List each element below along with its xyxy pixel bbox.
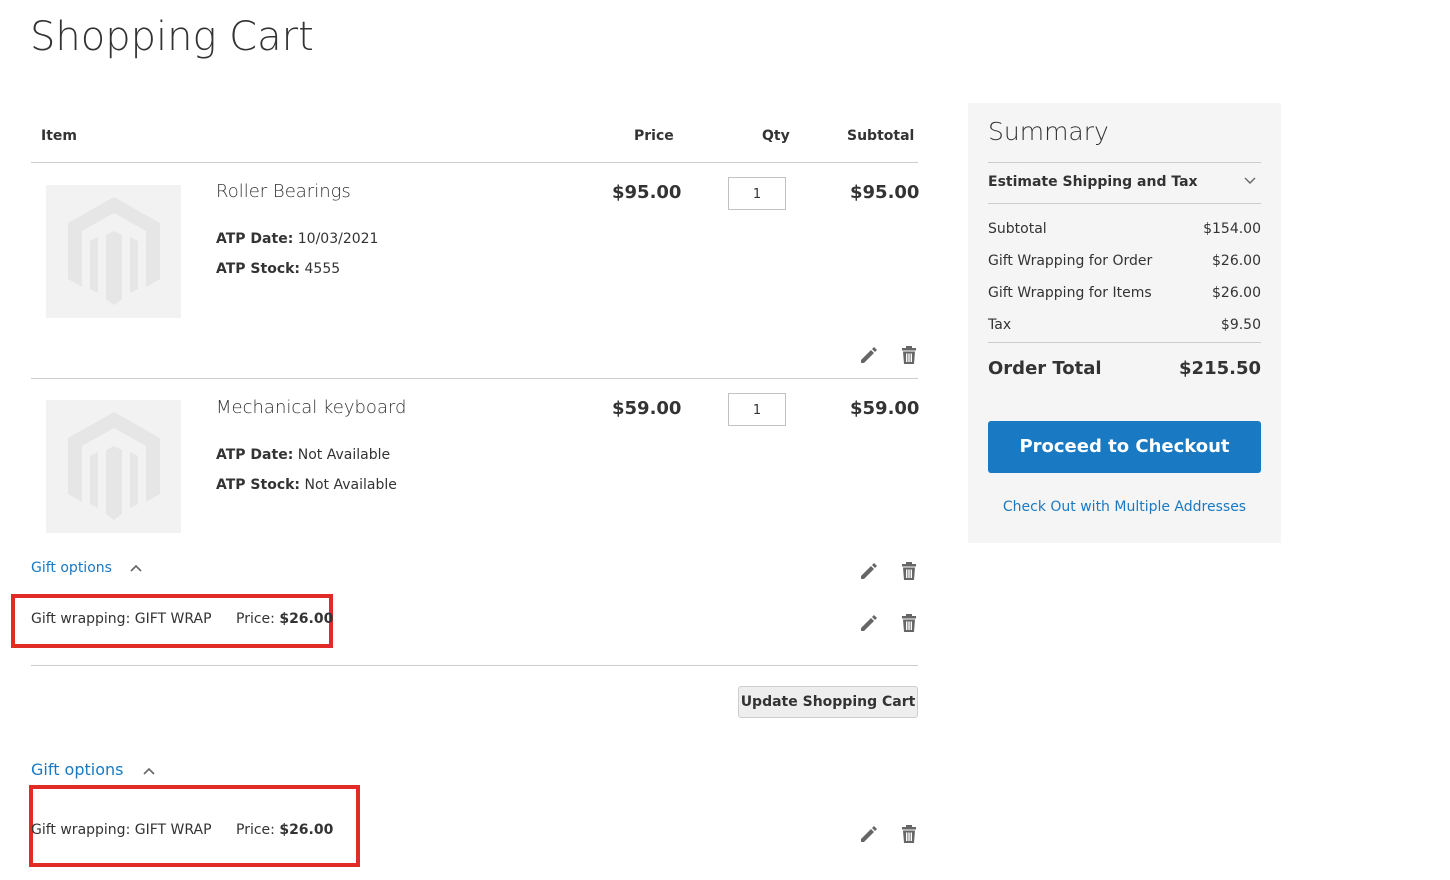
estimate-shipping-toggle[interactable]: Estimate Shipping and Tax [988,174,1198,190]
gift-wrapping-label: Gift wrapping: GIFT WRAP [31,611,212,627]
gift-price-value: $26.00 [279,611,334,627]
atp-stock-value: Not Available [304,477,397,493]
summary-divider [988,162,1261,163]
summary-row-label: Tax [988,317,1012,333]
proceed-to-checkout-button[interactable]: Proceed to Checkout [988,421,1261,473]
item-price: $95.00 [612,182,682,203]
summary-row-value: $26.00 [1212,253,1261,269]
atp-date: ATP Date: Not Available [216,447,390,463]
header-divider [31,162,918,163]
trash-icon[interactable] [899,824,919,844]
trash-icon[interactable] [899,561,919,581]
edit-pencil-icon[interactable] [858,824,878,844]
column-header-price: Price [634,128,674,144]
product-placeholder-icon [68,412,160,520]
trash-icon[interactable] [899,613,919,633]
atp-date-label: ATP Date: [216,231,294,247]
update-cart-button[interactable]: Update Shopping Cart [738,686,918,718]
summary-row-label: Gift Wrapping for Order [988,253,1153,269]
trash-icon[interactable] [899,345,919,365]
edit-pencil-icon[interactable] [858,345,878,365]
page-title: Shopping Cart [30,14,314,60]
estimate-shipping-label: Estimate Shipping and Tax [988,174,1198,190]
atp-stock-label: ATP Stock: [216,261,301,277]
atp-date-value: 10/03/2021 [297,231,379,247]
summary-divider [988,203,1261,204]
item-price: $59.00 [612,398,682,419]
atp-stock: ATP Stock: 4555 [216,261,340,277]
product-name[interactable]: Mechanical keyboard [216,397,407,418]
cart-divider [31,665,918,666]
qty-input[interactable]: 1 [728,177,786,210]
gift-wrapping-line: Gift wrapping: GIFT WRAP Price: $26.00 [31,611,333,627]
summary-divider [988,342,1261,343]
summary-row-value: $9.50 [1220,317,1261,333]
summary-row-value: $26.00 [1212,285,1261,301]
product-image[interactable] [46,400,181,533]
item-subtotal: $59.00 [850,398,920,419]
summary-title: Summary [988,117,1109,146]
gift-wrapping-label: Gift wrapping: GIFT WRAP [31,822,212,838]
atp-date-label: ATP Date: [216,447,294,463]
order-total-label: Order Total [988,358,1102,379]
item-subtotal: $95.00 [850,182,920,203]
summary-row-value: $154.00 [1203,221,1261,237]
chevron-down-icon[interactable] [1244,177,1256,185]
edit-pencil-icon[interactable] [858,613,878,633]
gift-price-label: Price: [236,611,275,627]
summary-row-label: Gift Wrapping for Items [988,285,1152,301]
atp-date: ATP Date: 10/03/2021 [216,231,378,247]
item-divider [31,378,918,379]
order-gift-options-toggle[interactable]: Gift options [31,760,155,779]
gift-options-toggle[interactable]: Gift options [31,560,142,576]
product-image[interactable] [46,185,181,318]
product-name[interactable]: Roller Bearings [216,181,351,202]
column-header-item: Item [41,128,77,144]
gift-price-label: Price: [236,822,275,838]
edit-pencil-icon[interactable] [858,561,878,581]
atp-stock: ATP Stock: Not Available [216,477,397,493]
summary-row-label: Subtotal [988,221,1047,237]
qty-input[interactable]: 1 [728,393,786,426]
atp-stock-label: ATP Stock: [216,477,301,493]
gift-options-label: Gift options [31,760,124,779]
chevron-up-icon [143,767,155,775]
atp-stock-value: 4555 [304,261,341,277]
chevron-up-icon [130,564,142,572]
column-header-qty: Qty [762,128,790,144]
gift-options-label: Gift options [31,560,112,576]
order-total-value: $215.50 [1179,358,1261,379]
atp-date-value: Not Available [297,447,391,463]
column-header-subtotal: Subtotal [847,128,915,144]
product-placeholder-icon [68,197,160,305]
gift-price-value: $26.00 [279,822,334,838]
multiple-addresses-link[interactable]: Check Out with Multiple Addresses [988,499,1261,515]
order-summary-panel: Summary Estimate Shipping and Tax Subtot… [968,103,1281,543]
gift-wrapping-line: Gift wrapping: GIFT WRAP Price: $26.00 [31,822,333,838]
